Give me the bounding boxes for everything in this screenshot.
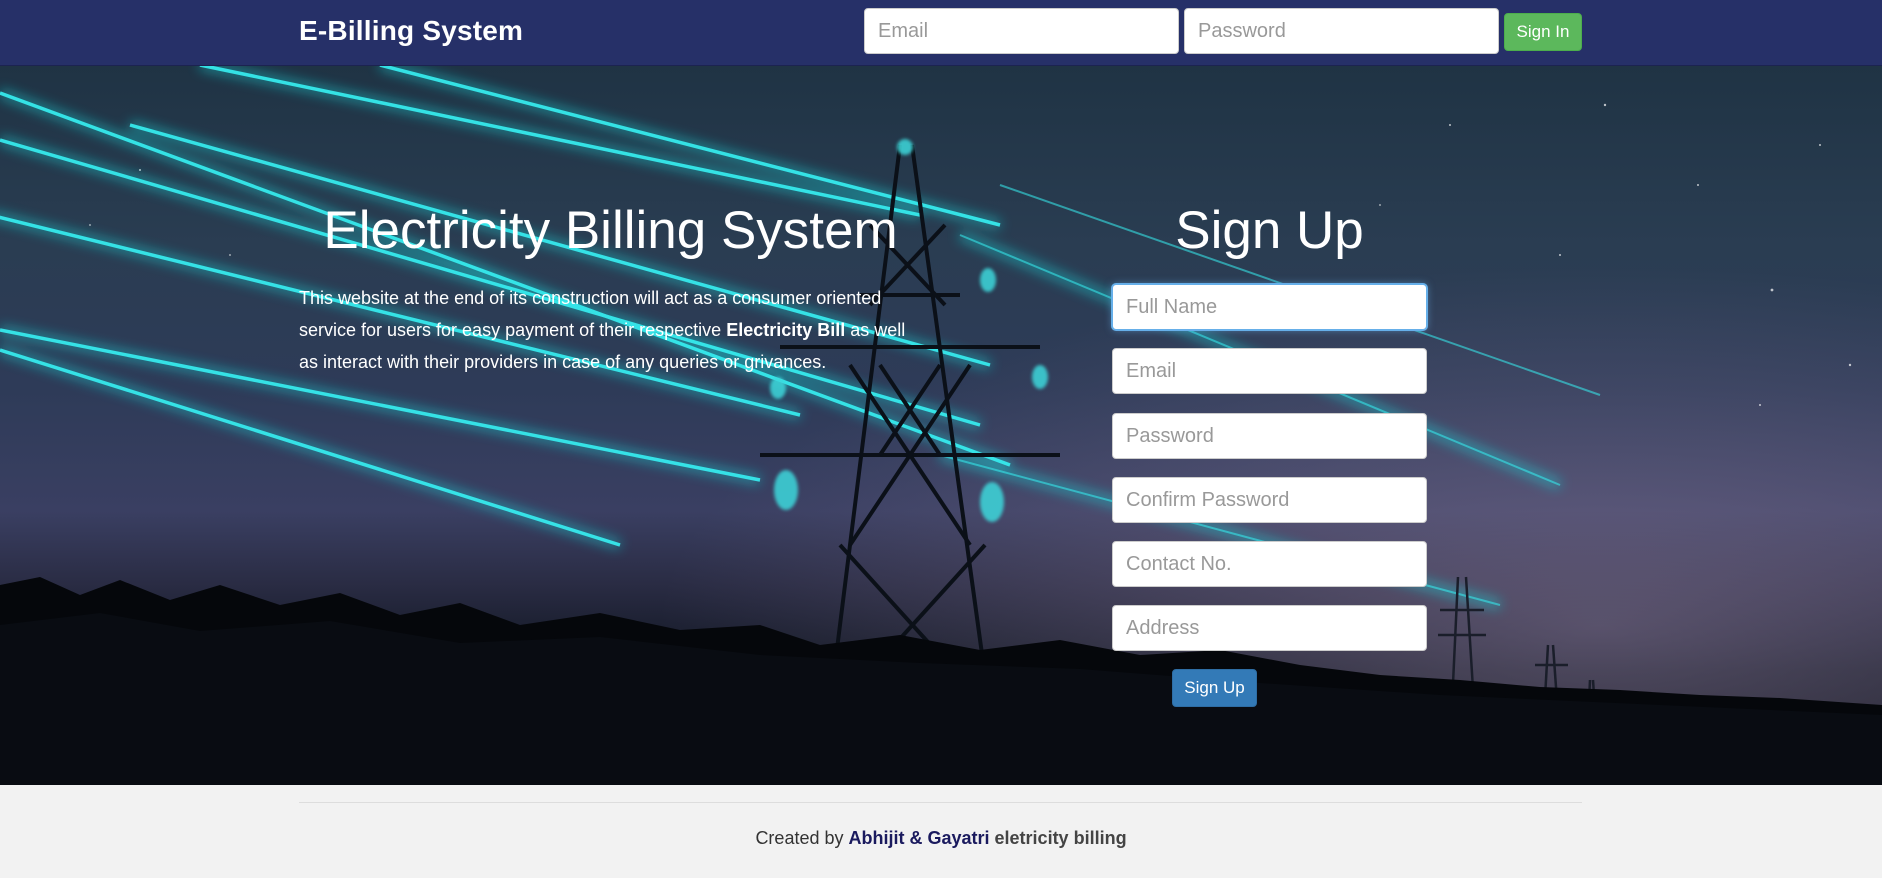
full-name-input[interactable] — [1112, 284, 1427, 330]
footer-project-name: eletricity billing — [989, 828, 1127, 848]
brand-logo-text[interactable]: E-Billing System — [299, 15, 523, 47]
sign-in-button[interactable]: Sign In — [1504, 13, 1582, 51]
contact-number-input[interactable] — [1112, 541, 1427, 587]
footer-prefix: Created by — [755, 828, 849, 848]
sign-up-button[interactable]: Sign Up — [1172, 669, 1257, 707]
signup-title: Sign Up — [1175, 201, 1364, 260]
address-input[interactable] — [1112, 605, 1427, 651]
signin-email-input[interactable] — [864, 8, 1179, 54]
footer-authors: Abhijit & Gayatri — [848, 828, 990, 848]
hero-title: Electricity Billing System — [323, 201, 898, 260]
top-navbar: E-Billing System Sign In — [0, 0, 1882, 66]
footer-divider — [299, 802, 1582, 803]
footer-credits: Created by Abhijit & Gayatri eletricity … — [0, 828, 1882, 849]
password-input[interactable] — [1112, 413, 1427, 459]
email-input[interactable] — [1112, 348, 1427, 394]
confirm-password-input[interactable] — [1112, 477, 1427, 523]
signin-password-input[interactable] — [1184, 8, 1499, 54]
hero-description: This website at the end of its construct… — [299, 282, 919, 378]
hero-description-bold: Electricity Bill — [726, 320, 846, 340]
power-lines-background-image — [0, 65, 1882, 785]
hero-section: Electricity Billing System This website … — [0, 65, 1882, 785]
